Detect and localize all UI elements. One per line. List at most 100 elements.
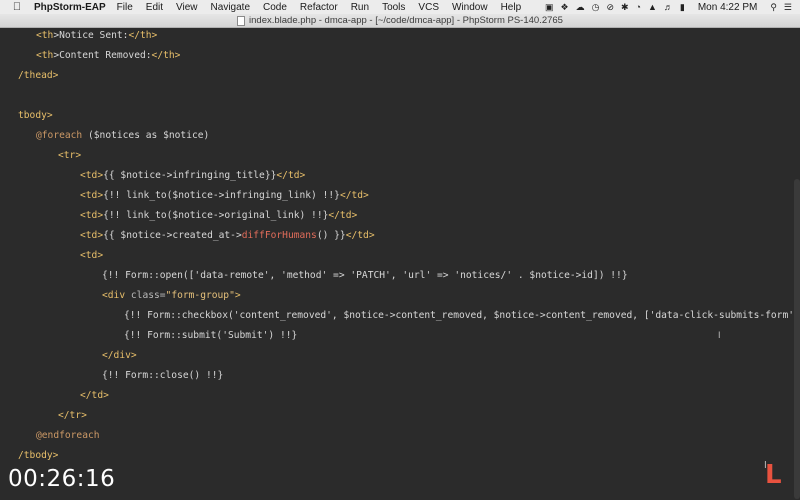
code-editor[interactable]: <th>Notice Sent:</th> <th>Content Removed… xyxy=(0,29,800,500)
code-token: {!! Form::submit('Submit') !!} xyxy=(124,330,298,341)
code-line[interactable]: @foreach ($notices as $notice) xyxy=(36,129,209,143)
code-token: ( xyxy=(82,130,94,141)
scrollbar[interactable] xyxy=(794,179,800,499)
code-line[interactable]: <td>{{ $notice->infringing_title}}</td> xyxy=(80,169,305,183)
text-cursor-icon: I xyxy=(718,330,721,340)
code-token: tbody> xyxy=(18,110,53,121)
menu-navigate[interactable]: Navigate xyxy=(211,2,250,13)
code-token: </td> xyxy=(276,170,306,181)
code-token: {!! Form::checkbox('content_removed', $n… xyxy=(124,310,800,321)
code-token: <tr> xyxy=(58,150,82,161)
code-token: ) xyxy=(203,130,210,141)
code-token: </td> xyxy=(345,230,375,241)
code-token: <td> xyxy=(80,210,104,221)
search-icon[interactable]: ⚲ xyxy=(770,2,777,13)
code-token: </th> xyxy=(128,30,158,41)
code-token: {!! Form::open(['data-remote', 'method' … xyxy=(102,270,628,281)
lock-icon[interactable]: ▣ xyxy=(545,2,554,13)
code-token: /thead> xyxy=(18,70,59,81)
code-line[interactable]: <td>{!! link_to($notice->infringing_link… xyxy=(80,189,369,203)
code-line[interactable]: {!! Form::close() !!} xyxy=(102,369,223,383)
code-line[interactable]: </tr> xyxy=(58,409,87,423)
volume-icon[interactable]: ♬ xyxy=(664,2,673,12)
code-token: </div> xyxy=(102,350,137,361)
code-token: >Notice Sent: xyxy=(53,30,129,41)
code-token: class= xyxy=(130,290,166,301)
code-line[interactable]: {!! Form::open(['data-remote', 'method' … xyxy=(102,269,628,283)
dropbox-icon[interactable]: ❖ xyxy=(561,2,569,13)
code-token: </td> xyxy=(328,210,358,221)
code-token: <td> xyxy=(80,190,104,201)
window-title-bar[interactable]: index.blade.php - dmca-app - [~/code/dmc… xyxy=(0,14,800,28)
code-token: <td> xyxy=(80,230,104,241)
code-token: {!! link_to($notice->original_link) !!} xyxy=(103,210,329,221)
code-token: {!! Form::close() !!} xyxy=(102,370,224,381)
code-token: </td> xyxy=(339,190,369,201)
code-token: "form-group" xyxy=(165,290,235,301)
code-token: /tbody> xyxy=(18,450,59,461)
code-token: $notices xyxy=(93,130,140,141)
code-token: th xyxy=(41,50,54,61)
laracasts-logo: L xyxy=(765,460,782,490)
menu-window[interactable]: Window xyxy=(452,2,488,13)
menu-refactor[interactable]: Refactor xyxy=(300,2,338,13)
menu-code[interactable]: Code xyxy=(263,2,287,13)
menu-tools[interactable]: Tools xyxy=(382,2,405,13)
code-line[interactable]: <div class="form-group"> xyxy=(102,289,241,303)
code-token: @foreach xyxy=(36,130,83,141)
code-token: th xyxy=(41,30,54,41)
code-line[interactable]: @endforeach xyxy=(36,429,100,443)
menu-clock[interactable]: Mon 4:22 PM xyxy=(698,2,757,13)
code-line[interactable]: /tbody> xyxy=(18,449,58,463)
history-icon[interactable]: ◷ xyxy=(592,2,600,13)
apple-icon[interactable]:  xyxy=(10,1,24,13)
app-menu[interactable]: PhpStorm-EAP xyxy=(34,2,106,13)
wifi-icon[interactable]: ▲ xyxy=(648,2,657,12)
code-line[interactable]: <td>{!! link_to($notice->original_link) … xyxy=(80,209,357,223)
code-line[interactable]: tbody> xyxy=(18,109,53,123)
code-line[interactable]: {!! Form::checkbox('content_removed', $n… xyxy=(124,309,800,323)
time-machine-icon[interactable]: ◔ xyxy=(636,2,641,12)
code-line[interactable]: </div> xyxy=(102,349,137,363)
code-line[interactable]: {!! Form::submit('Submit') !!} xyxy=(124,329,297,343)
code-token: <td> xyxy=(80,170,104,181)
code-line[interactable]: <th>Notice Sent:</th> xyxy=(36,29,157,43)
code-line[interactable]: <td> xyxy=(80,249,103,263)
menu-file[interactable]: File xyxy=(117,2,133,13)
code-token: @endforeach xyxy=(36,430,100,441)
stop-icon[interactable]: ⊘ xyxy=(606,2,614,13)
menu-edit[interactable]: Edit xyxy=(146,2,163,13)
code-line[interactable]: /thead> xyxy=(18,69,58,83)
video-timestamp: 00:26:16 xyxy=(8,466,116,492)
menu-run[interactable]: Run xyxy=(351,2,369,13)
menu-view[interactable]: View xyxy=(176,2,198,13)
cloud-icon[interactable]: ☁ xyxy=(576,2,585,13)
menu-help[interactable]: Help xyxy=(501,2,522,13)
code-token: <td> xyxy=(80,250,104,261)
code-token: </td> xyxy=(80,390,109,401)
status-tray: ▣ ❖ ☁ ◷ ⊘ ✱ ◔ ▲ ♬ ▮ Mon 4:22 PM ⚲ ☰ xyxy=(545,0,792,14)
code-token: {{ $notice->infringing_title}} xyxy=(103,170,277,181)
code-token: as xyxy=(140,130,164,141)
file-icon xyxy=(237,15,246,26)
code-token: () }} xyxy=(316,230,346,241)
code-token: <div xyxy=(102,290,131,301)
menu-vcs[interactable]: VCS xyxy=(418,2,439,13)
list-icon[interactable]: ☰ xyxy=(784,2,792,13)
code-token: </tr> xyxy=(58,410,87,421)
window-title: index.blade.php - dmca-app - [~/code/dmc… xyxy=(249,15,563,26)
code-line[interactable]: <td>{{ $notice->created_at->diffForHuman… xyxy=(80,229,375,243)
code-line[interactable]: </td> xyxy=(80,389,109,403)
code-token: $notice xyxy=(163,130,204,141)
code-token: >Content Removed: xyxy=(53,50,152,61)
menu-bar:  PhpStorm-EAP File Edit View Navigate C… xyxy=(0,0,800,14)
code-token: > xyxy=(234,290,241,301)
code-line[interactable]: <tr> xyxy=(58,149,81,163)
battery-icon[interactable]: ▮ xyxy=(680,2,685,13)
bluetooth-icon[interactable]: ✱ xyxy=(621,2,629,13)
code-token: {{ $notice->created_at-> xyxy=(103,230,242,241)
code-line[interactable]: <th>Content Removed:</th> xyxy=(36,49,180,63)
code-token: diffForHumans xyxy=(241,230,317,241)
code-token: {!! link_to($notice->infringing_link) !!… xyxy=(103,190,340,201)
code-token: </th> xyxy=(151,50,181,61)
